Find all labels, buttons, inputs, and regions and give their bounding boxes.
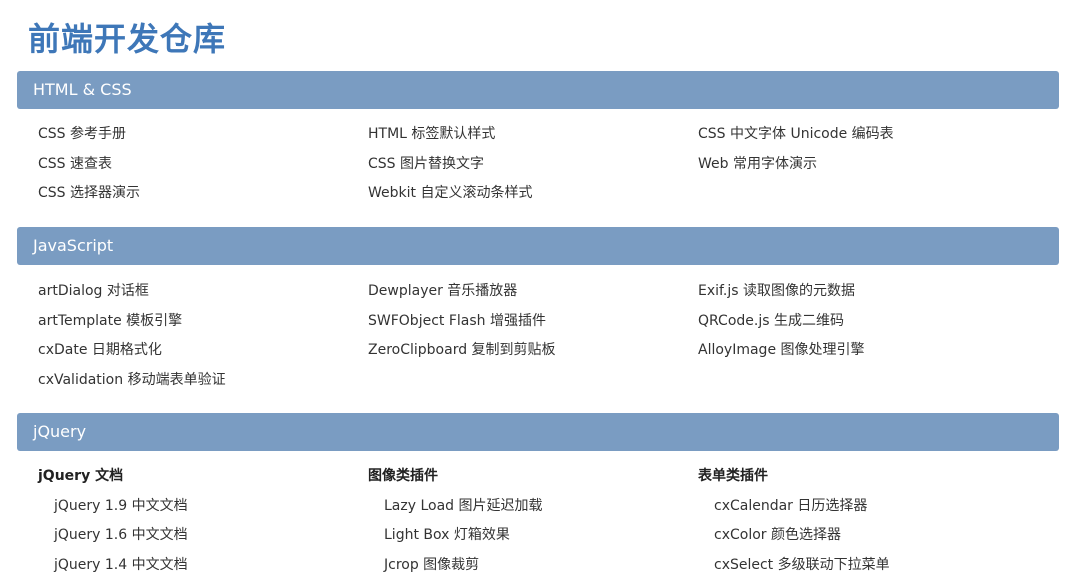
link-dewplayer[interactable]: Dewplayer 音乐播放器 xyxy=(368,279,556,309)
page-title: 前端开发仓库 xyxy=(28,20,227,58)
group-heading-jquery-docs[interactable]: jQuery 文档 xyxy=(38,464,188,494)
link-column: Dewplayer 音乐播放器 SWFObject Flash 增强插件 Zer… xyxy=(368,279,556,368)
link-css-cheatsheet[interactable]: CSS 速查表 xyxy=(38,152,140,182)
link-column: Exif.js 读取图像的元数据 QRCode.js 生成二维码 AlloyIm… xyxy=(698,279,865,368)
link-jquery-1-6-docs[interactable]: jQuery 1.6 中文文档 xyxy=(38,523,188,553)
link-jquery-1-9-docs[interactable]: jQuery 1.9 中文文档 xyxy=(38,494,188,524)
link-jquery-1-4-docs[interactable]: jQuery 1.4 中文文档 xyxy=(38,553,188,576)
link-group: 表单类插件 cxCalendar 日历选择器 cxColor 颜色选择器 cxS… xyxy=(698,464,890,576)
link-web-font-demo[interactable]: Web 常用字体演示 xyxy=(698,152,894,182)
link-column: artDialog 对话框 artTemplate 模板引擎 cxDate 日期… xyxy=(38,279,226,397)
group-heading-image-plugins[interactable]: 图像类插件 xyxy=(368,464,543,494)
link-webkit-scrollbar[interactable]: Webkit 自定义滚动条样式 xyxy=(368,181,532,211)
link-qrcode-js[interactable]: QRCode.js 生成二维码 xyxy=(698,309,865,339)
link-group: 图像类插件 Lazy Load 图片延迟加载 Light Box 灯箱效果 Jc… xyxy=(368,464,543,576)
section-header-javascript: JavaScript xyxy=(17,227,1059,265)
link-alloyimage[interactable]: AlloyImage 图像处理引擎 xyxy=(698,338,865,368)
link-cxcalendar[interactable]: cxCalendar 日历选择器 xyxy=(698,494,890,524)
link-cxdate[interactable]: cxDate 日期格式化 xyxy=(38,338,226,368)
section-header-html-css: HTML & CSS xyxy=(17,71,1059,109)
link-group: jQuery 文档 jQuery 1.9 中文文档 jQuery 1.6 中文文… xyxy=(38,464,188,576)
link-css-chinese-font-unicode[interactable]: CSS 中文字体 Unicode 编码表 xyxy=(698,122,894,152)
link-cxselect[interactable]: cxSelect 多级联动下拉菜单 xyxy=(698,553,890,576)
link-cxvalidation[interactable]: cxValidation 移动端表单验证 xyxy=(38,368,226,398)
link-cxcolor[interactable]: cxColor 颜色选择器 xyxy=(698,523,890,553)
link-lazy-load[interactable]: Lazy Load 图片延迟加载 xyxy=(368,494,543,524)
link-swfobject[interactable]: SWFObject Flash 增强插件 xyxy=(368,309,556,339)
link-zeroclipboard[interactable]: ZeroClipboard 复制到剪贴板 xyxy=(368,338,556,368)
link-column: CSS 参考手册 CSS 速查表 CSS 选择器演示 xyxy=(38,122,140,211)
link-light-box[interactable]: Light Box 灯箱效果 xyxy=(368,523,543,553)
link-exif-js[interactable]: Exif.js 读取图像的元数据 xyxy=(698,279,865,309)
group-heading-form-plugins[interactable]: 表单类插件 xyxy=(698,464,890,494)
link-arttemplate[interactable]: artTemplate 模板引擎 xyxy=(38,309,226,339)
link-column: HTML 标签默认样式 CSS 图片替换文字 Webkit 自定义滚动条样式 xyxy=(368,122,532,211)
link-artdialog[interactable]: artDialog 对话框 xyxy=(38,279,226,309)
link-html-default-styles[interactable]: HTML 标签默认样式 xyxy=(368,122,532,152)
link-jcrop[interactable]: Jcrop 图像裁剪 xyxy=(368,553,543,576)
link-css-selector-demo[interactable]: CSS 选择器演示 xyxy=(38,181,140,211)
section-header-jquery: jQuery xyxy=(17,413,1059,451)
link-css-reference[interactable]: CSS 参考手册 xyxy=(38,122,140,152)
link-column: CSS 中文字体 Unicode 编码表 Web 常用字体演示 xyxy=(698,122,894,181)
link-css-image-replacement[interactable]: CSS 图片替换文字 xyxy=(368,152,532,182)
